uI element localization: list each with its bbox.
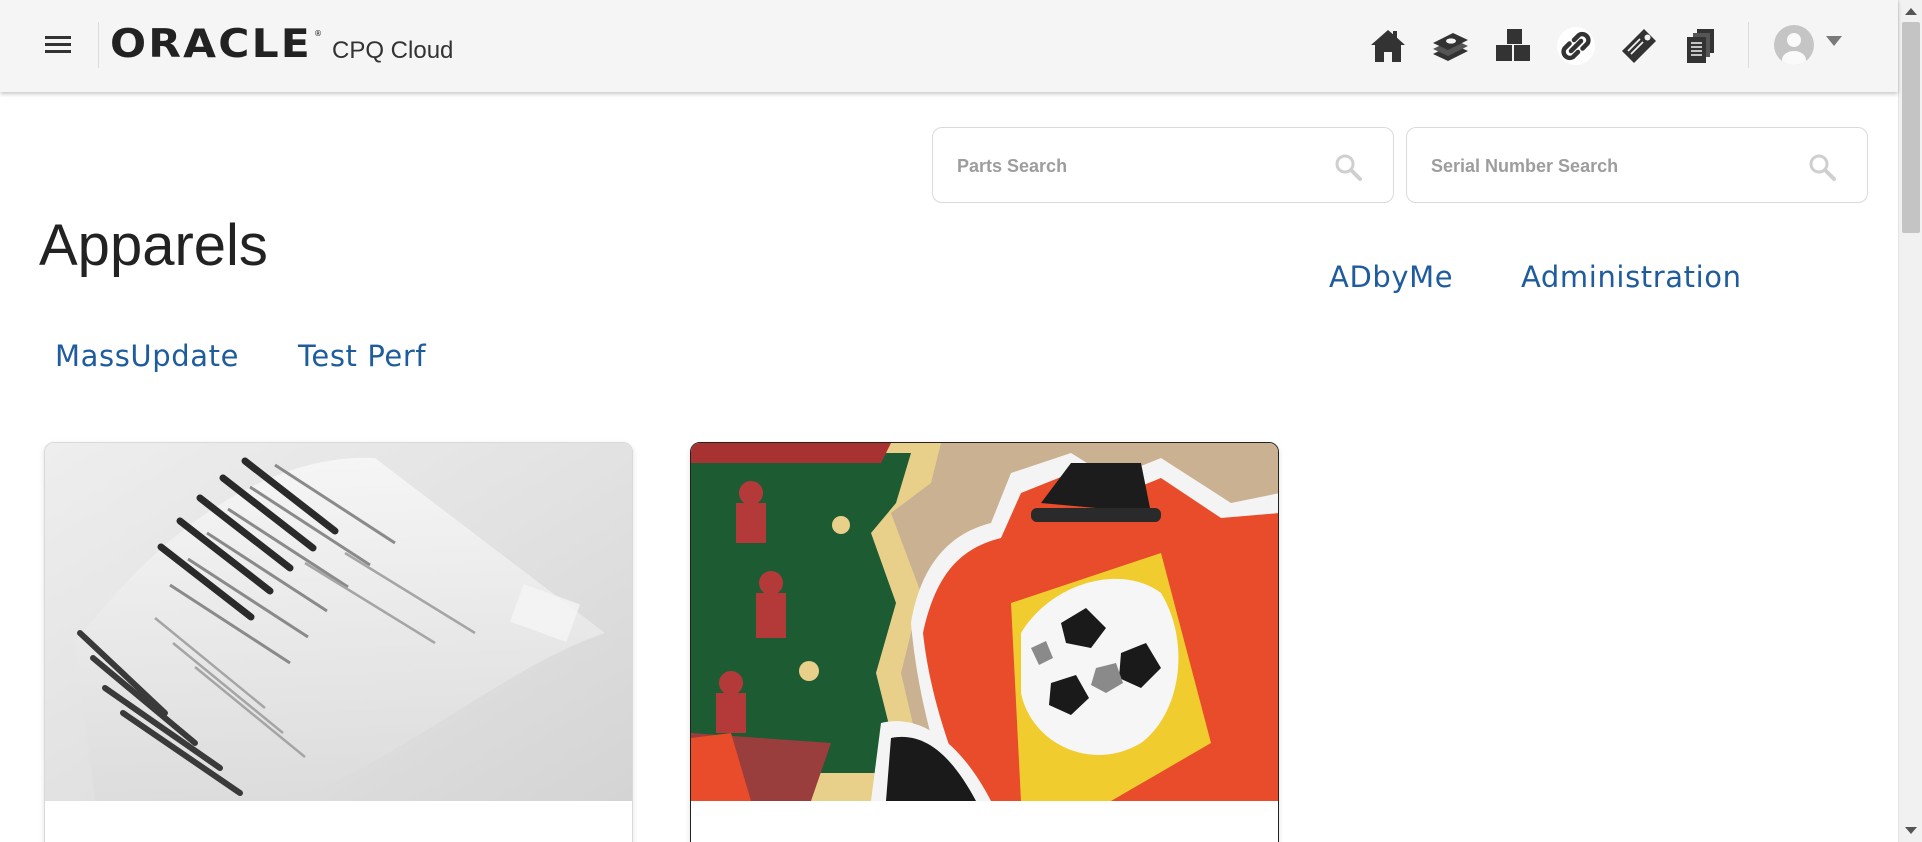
scrollbar-thumb[interactable]: [1902, 22, 1920, 233]
quotes-icon[interactable]: [1430, 26, 1470, 66]
hamburger-menu-icon[interactable]: [38, 28, 76, 62]
link-administration[interactable]: Administration: [1521, 260, 1742, 294]
top-header: ORACLE ® CPQ Cloud: [0, 0, 1898, 92]
app-name: CPQ Cloud: [332, 37, 454, 64]
documents-icon[interactable]: [1682, 26, 1722, 66]
header-divider: [1748, 22, 1749, 68]
parts-search-box: [932, 127, 1394, 203]
svg-text:®: ®: [314, 29, 322, 38]
header-divider: [98, 22, 99, 68]
embroidered-patches-image: [691, 443, 1278, 801]
link-test-perf[interactable]: Test Perf: [298, 339, 426, 373]
page-title: Apparels: [39, 213, 268, 278]
product-card[interactable]: [44, 442, 633, 842]
oracle-logo: ORACLE ®: [110, 22, 322, 67]
parts-search-input[interactable]: [957, 148, 1317, 184]
link-adbyme[interactable]: ADbyMe: [1329, 260, 1453, 294]
user-avatar[interactable]: [1774, 25, 1814, 65]
avatar-person-icon: [1782, 33, 1806, 65]
page: ORACLE ® CPQ Cloud Parts Search Serial N…: [0, 0, 1922, 842]
products-icon[interactable]: [1493, 26, 1533, 66]
product-card[interactable]: [690, 442, 1279, 842]
scroll-down-arrow-icon[interactable]: [1905, 827, 1917, 834]
link-massupdate[interactable]: MassUpdate: [55, 339, 239, 373]
user-menu-caret-icon[interactable]: [1826, 36, 1842, 46]
rfid-tags-image: [45, 443, 632, 801]
serial-number-search-box: [1406, 127, 1868, 203]
tag-icon[interactable]: [1619, 26, 1659, 66]
search-icon[interactable]: [1333, 152, 1363, 182]
home-icon[interactable]: [1368, 26, 1408, 66]
page-scrollbar[interactable]: [1898, 0, 1922, 842]
svg-text:ORACLE: ORACLE: [110, 26, 312, 60]
serial-number-search-input[interactable]: [1431, 148, 1791, 184]
link-icon[interactable]: [1556, 26, 1596, 66]
search-icon[interactable]: [1807, 152, 1837, 182]
scroll-up-arrow-icon[interactable]: [1905, 8, 1917, 15]
